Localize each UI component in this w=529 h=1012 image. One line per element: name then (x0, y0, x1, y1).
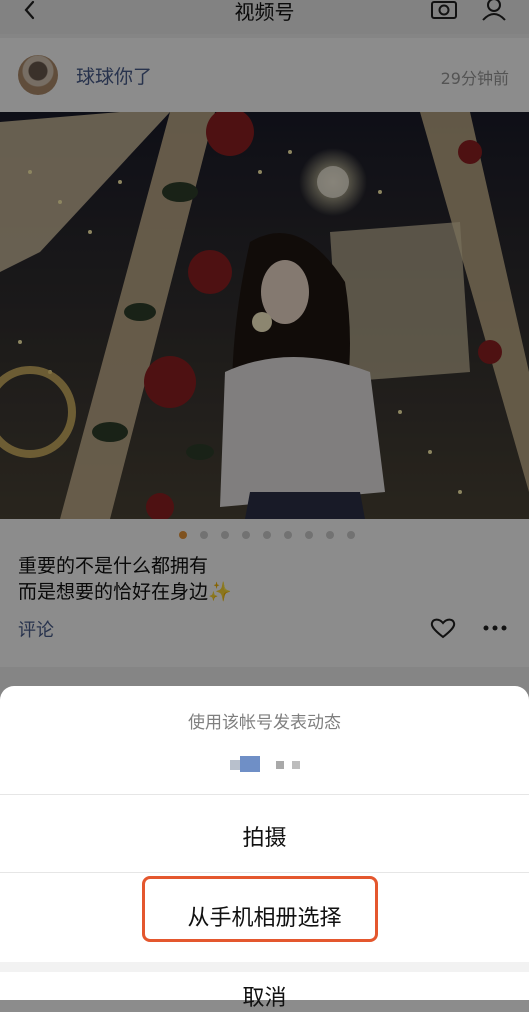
sheet-divider (0, 872, 529, 873)
album-option-highlight (142, 876, 378, 942)
sheet-divider (0, 794, 529, 795)
account-identifier-blurred (230, 756, 306, 774)
cancel-option[interactable]: 取消 (0, 980, 529, 1012)
sheet-gap (0, 962, 529, 972)
action-sheet: 使用该帐号发表动态 拍摄 从手机相册选择 取消 (0, 686, 529, 1011)
shoot-option[interactable]: 拍摄 (0, 820, 529, 852)
sheet-title: 使用该帐号发表动态 (188, 713, 341, 733)
